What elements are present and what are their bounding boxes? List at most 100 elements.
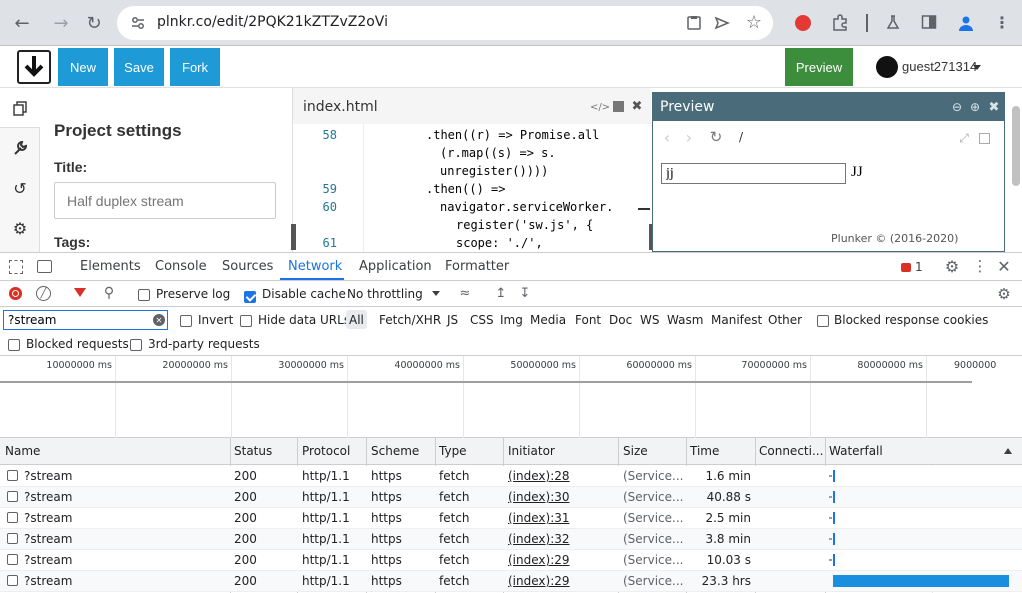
export-har-icon[interactable]: ↧: [517, 285, 533, 301]
caret-down-icon[interactable]: [973, 65, 981, 70]
gear-icon[interactable]: ⚙: [0, 208, 40, 248]
bookmark-star-icon[interactable]: ☆: [744, 12, 764, 33]
labs-icon[interactable]: [884, 13, 902, 31]
preview-refresh-icon[interactable]: ↻: [707, 128, 725, 146]
user-name[interactable]: guest271314: [902, 59, 977, 74]
expand-icon[interactable]: ⤢: [957, 131, 971, 145]
preview-forward-icon[interactable]: ›: [681, 128, 697, 147]
popout-icon[interactable]: [979, 133, 990, 144]
title-input[interactable]: [54, 182, 276, 219]
extensions-icon[interactable]: [830, 12, 850, 32]
tab-network[interactable]: Network: [288, 259, 342, 274]
column-header-initiator[interactable]: Initiator: [508, 444, 555, 458]
cell-initiator[interactable]: (index):29: [508, 574, 570, 588]
share-icon[interactable]: [713, 14, 731, 32]
code-line[interactable]: register('sw.js', {: [456, 218, 593, 232]
disable-cache-checkbox[interactable]: [244, 290, 256, 303]
tab-application[interactable]: Application: [359, 259, 432, 274]
invert-label[interactable]: Invert: [198, 313, 233, 327]
type-filter-other[interactable]: Other: [768, 313, 802, 327]
editor-filename[interactable]: index.html: [303, 99, 378, 115]
column-header-size[interactable]: Size: [623, 444, 648, 458]
devtools-close-icon[interactable]: ✕: [996, 257, 1012, 276]
blocked-cookies-checkbox[interactable]: [817, 315, 829, 327]
code-line[interactable]: .then(() =>: [426, 182, 505, 196]
inspect-element-icon[interactable]: [9, 260, 23, 274]
type-filter-js[interactable]: JS: [447, 313, 458, 327]
zoom-in-icon[interactable]: ⊕: [967, 99, 983, 115]
menu-kebab-icon[interactable]: ⋮: [994, 12, 1010, 32]
row-checkbox[interactable]: [7, 575, 18, 586]
type-filter-fetch[interactable]: Fetch/XHR: [379, 313, 441, 327]
preserve-log-checkbox[interactable]: [138, 289, 150, 301]
cell-initiator[interactable]: (index):30: [508, 490, 570, 504]
sort-ascending-icon[interactable]: [1004, 448, 1012, 454]
column-header-protocol[interactable]: Protocol: [302, 444, 350, 458]
url-text[interactable]: plnkr.co/edit/2PQK21kZTZvZ2oVi: [157, 14, 388, 30]
code-line[interactable]: unregister()))): [440, 164, 548, 178]
clear-filter-icon[interactable]: ✕: [153, 314, 165, 326]
invert-checkbox[interactable]: [180, 315, 192, 327]
book-icon[interactable]: [613, 101, 624, 112]
cell-initiator[interactable]: (index):28: [508, 469, 570, 483]
error-count[interactable]: 1: [915, 260, 923, 274]
third-party-checkbox[interactable]: [130, 339, 142, 351]
record-stop-icon[interactable]: [9, 287, 22, 300]
network-overview[interactable]: 10000000 ms 20000000 ms 30000000 ms 4000000…: [0, 356, 1022, 438]
cast-icon[interactable]: [685, 14, 703, 32]
close-preview-icon[interactable]: ✖: [986, 99, 1002, 115]
save-button[interactable]: Save: [114, 48, 164, 86]
chevron-down-icon[interactable]: [432, 291, 440, 296]
column-header-name[interactable]: Name: [5, 444, 40, 458]
preview-back-icon[interactable]: ‹: [659, 128, 675, 147]
close-file-icon[interactable]: ✖: [630, 99, 644, 114]
code-line[interactable]: navigator.serviceWorker.: [440, 200, 613, 214]
tab-elements[interactable]: Elements: [80, 259, 141, 274]
network-conditions-icon[interactable]: ≈: [456, 285, 474, 301]
wrench-icon[interactable]: [0, 128, 40, 168]
row-checkbox[interactable]: [7, 512, 18, 523]
table-row[interactable]: ?stream 200 http/1.1 https fetch (index):29 (S…: [0, 571, 1022, 592]
tab-formatter[interactable]: Formatter: [445, 259, 509, 274]
column-header-waterfall[interactable]: Waterfall: [829, 444, 883, 458]
code-line[interactable]: scope: './',: [456, 236, 543, 250]
disable-cache-label[interactable]: Disable cache: [262, 287, 346, 301]
row-checkbox[interactable]: [7, 533, 18, 544]
plunker-logo-icon[interactable]: [17, 50, 51, 84]
type-filter-font[interactable]: Font: [575, 313, 601, 327]
hide-data-urls-label[interactable]: Hide data URLs: [258, 313, 350, 327]
site-info-icon[interactable]: [130, 15, 146, 31]
row-checkbox[interactable]: [7, 554, 18, 565]
tab-console[interactable]: Console: [155, 259, 207, 274]
history-icon[interactable]: ↺: [0, 168, 40, 208]
page-scrollbar[interactable]: [1012, 106, 1020, 186]
blocked-cookies-label[interactable]: Blocked response cookies: [834, 313, 988, 327]
avatar[interactable]: [876, 56, 898, 78]
row-checkbox[interactable]: [7, 491, 18, 502]
hide-data-urls-checkbox[interactable]: [240, 315, 252, 327]
preserve-log-label[interactable]: Preserve log: [156, 287, 230, 301]
code-area[interactable]: .then((r) => Promise.all (r.map((s) => s.…: [363, 124, 641, 252]
table-row[interactable]: ?stream 200 http/1.1 https fetch (index):32 (S…: [0, 529, 1022, 550]
code-view-icon[interactable]: </>: [590, 100, 610, 114]
cell-initiator[interactable]: (index):32: [508, 532, 570, 546]
table-row[interactable]: ?stream 200 http/1.1 https fetch (index):29 (S…: [0, 550, 1022, 571]
type-filter-img[interactable]: Img: [500, 313, 523, 327]
throttling-select[interactable]: No throttling: [347, 287, 423, 301]
type-filter-css[interactable]: CSS: [470, 313, 494, 327]
new-button[interactable]: New: [58, 48, 108, 86]
blocked-requests-checkbox[interactable]: [8, 339, 20, 351]
devtools-more-icon[interactable]: ⋮: [973, 257, 988, 275]
reload-icon[interactable]: ↻: [82, 12, 106, 34]
clear-icon[interactable]: ╱: [36, 286, 51, 301]
back-icon[interactable]: ←: [10, 12, 34, 34]
type-filter-wasm[interactable]: Wasm: [667, 313, 703, 327]
preview-button[interactable]: Preview: [785, 48, 853, 86]
search-icon[interactable]: ⚲: [101, 285, 117, 301]
preview-text-input[interactable]: [661, 163, 846, 184]
files-icon[interactable]: [0, 88, 40, 128]
editor-splitter[interactable]: [291, 224, 296, 250]
type-filter-ws[interactable]: WS: [640, 313, 659, 327]
column-header-status[interactable]: Status: [234, 444, 272, 458]
type-filter-manifest[interactable]: Manifest: [711, 313, 762, 327]
